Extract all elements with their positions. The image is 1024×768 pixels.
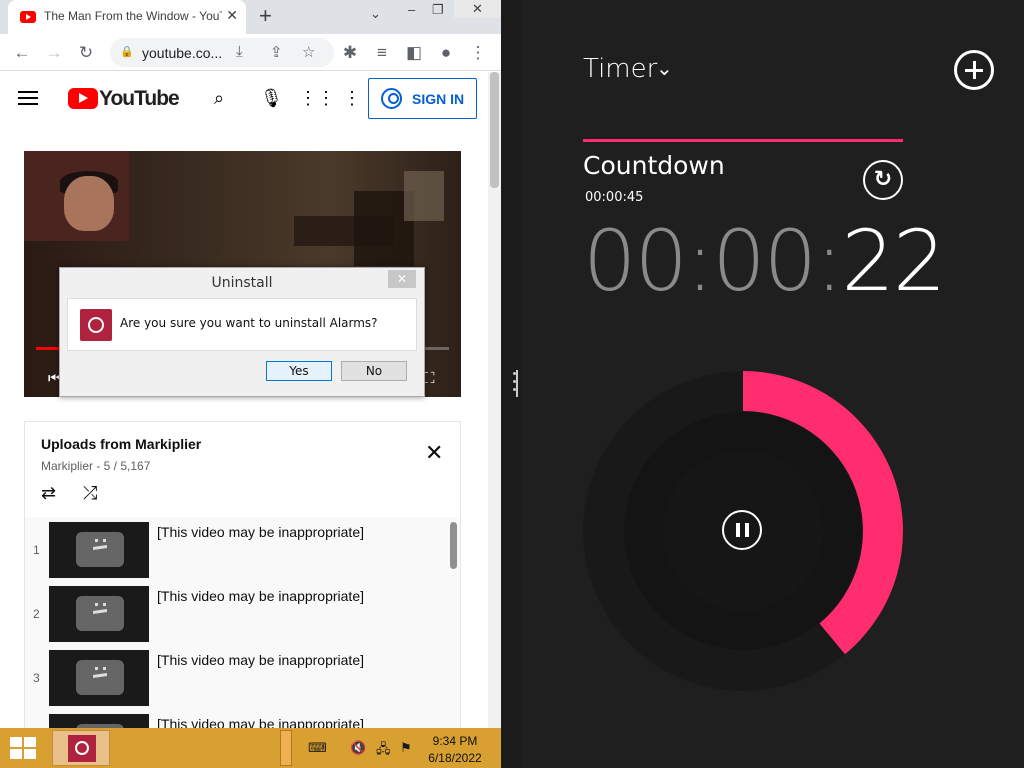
add-timer-button[interactable] [954, 50, 994, 90]
video-thumbnail[interactable] [49, 586, 149, 642]
lock-icon[interactable]: 🔒 [120, 45, 134, 58]
hamburger-menu-icon[interactable] [18, 91, 38, 105]
chevron-down-icon[interactable]: ⌄ [656, 56, 673, 80]
video-thumbnail[interactable] [49, 714, 149, 728]
list-item[interactable]: [This video may be inappropriate] [25, 709, 445, 728]
media-queue-icon[interactable]: ≡ [370, 41, 394, 65]
settings-dots-icon[interactable]: ⋮ [343, 88, 361, 109]
sign-in-label: SIGN IN [412, 91, 465, 107]
pause-button[interactable] [722, 510, 762, 550]
video-thumbnail[interactable] [49, 522, 149, 578]
tab-close-icon[interactable]: ✕ [226, 7, 238, 24]
dialog-title: Uninstall [211, 275, 273, 291]
item-index: 2 [33, 607, 40, 621]
new-tab-button[interactable]: + [259, 4, 272, 28]
volume-muted-icon[interactable]: 🔇 [350, 740, 366, 756]
remaining-seconds: 22 [841, 212, 946, 310]
video-frame-lamp [404, 171, 444, 221]
video-frame-person [64, 176, 114, 231]
alarm-clock-icon [80, 309, 112, 341]
youtube-logo-icon[interactable] [68, 88, 98, 109]
playlist-meta: Markiplier - 5 / 5,167 [41, 459, 151, 473]
profile-avatar-icon[interactable]: ● [434, 41, 458, 65]
close-icon[interactable]: ✕ [425, 442, 443, 464]
snap-splitter[interactable] [501, 0, 522, 768]
youtube-header: YouTube ⌕ 🎙 ⋮⋮ ⋮ SIGN IN [0, 72, 488, 126]
tab-strip: The Man From the Window - YouTube ✕ + ⌄ … [0, 0, 501, 34]
dialog-body: Are you sure you want to uninstall Alarm… [67, 298, 417, 351]
remaining-time-elapsed-part: 00:00: [583, 212, 843, 310]
action-center-flag-icon[interactable]: ⚑ [400, 740, 412, 756]
playlist-items: 1 [This video may be inappropriate] 2 [T… [25, 517, 460, 728]
no-button[interactable]: No [341, 361, 407, 381]
playlist-scrollbar[interactable] [450, 522, 457, 569]
account-icon [381, 88, 402, 109]
browser-toolbar: ← → ↻ 🔒 youtube.co... ⤓ ⇪ ☆ ✱ ≡ ◧ ● ⋮ [0, 34, 501, 71]
splitter-bar [516, 370, 518, 397]
reset-button[interactable]: ↻ [863, 160, 903, 200]
video-title[interactable]: [This video may be inappropriate] [157, 652, 364, 668]
list-item[interactable]: 1 [This video may be inappropriate] [25, 517, 445, 581]
section-title[interactable]: Timer [583, 54, 657, 84]
dialog-message: Are you sure you want to uninstall Alarm… [120, 316, 378, 330]
youtube-favicon-icon [20, 11, 36, 23]
restore-button[interactable]: ❐ [432, 2, 444, 18]
tab-title: The Man From the Window - YouTube [44, 9, 222, 23]
item-index: 3 [33, 671, 40, 685]
timer-total-duration: 00:00:45 [585, 190, 644, 205]
accent-bar [583, 139, 903, 142]
apps-grid-icon[interactable]: ⋮⋮ [299, 88, 335, 109]
chrome-menu-icon[interactable]: ⋮ [466, 41, 490, 65]
timer-name[interactable]: Countdown [583, 151, 725, 180]
window-close-button[interactable]: ✕ [454, 0, 501, 18]
install-icon[interactable]: ⤓ [236, 43, 243, 60]
sign-in-button[interactable]: SIGN IN [368, 78, 477, 119]
youtube-logo-text[interactable]: YouTube [99, 87, 180, 111]
reset-icon: ↻ [873, 167, 893, 192]
video-title[interactable]: [This video may be inappropriate] [157, 716, 364, 728]
video-thumbnail[interactable] [49, 650, 149, 706]
list-item[interactable]: 3 [This video may be inappropriate] [25, 645, 445, 709]
item-index: 1 [33, 543, 40, 557]
windows-start-icon[interactable] [10, 737, 37, 760]
clock-date[interactable]: 6/18/2022 [423, 751, 487, 765]
bookmark-star-icon[interactable]: ☆ [302, 43, 315, 61]
remaining-time: 00:00:22 [583, 212, 946, 310]
dialog-close-button[interactable]: ✕ [388, 270, 416, 288]
minimize-button[interactable]: – [408, 2, 415, 17]
extensions-puzzle-icon[interactable]: ✱ [338, 41, 362, 65]
search-icon[interactable]: ⌕ [214, 88, 224, 109]
url-text[interactable]: youtube.co... [142, 45, 222, 61]
tab-search-chevron-icon[interactable]: ⌄ [370, 6, 381, 22]
playlist-panel: Uploads from Markiplier Markiplier - 5 /… [24, 421, 461, 728]
taskbar-alarms-button[interactable] [52, 730, 110, 766]
clock-time[interactable]: 9:34 PM [423, 734, 487, 748]
video-title[interactable]: [This video may be inappropriate] [157, 524, 364, 540]
fullscreen-icon[interactable]: ⛶ [424, 370, 435, 387]
microphone-icon[interactable]: 🎙 [260, 88, 283, 109]
taskbar: ⌨ 🔇 🖧 ⚑ 9:34 PM 6/18/2022 [0, 728, 501, 768]
touch-keyboard-icon[interactable]: ⌨ [308, 740, 327, 756]
yes-button[interactable]: Yes [266, 361, 332, 381]
taskbar-toolbar-handle[interactable] [280, 730, 292, 766]
alarms-app: Timer ⌄ Countdown 00:00:45 ↻ 00:00:22 [522, 0, 1024, 768]
uninstall-dialog: Uninstall ✕ Are you sure you want to uni… [59, 267, 425, 397]
reload-icon[interactable]: ↻ [74, 41, 98, 65]
list-item[interactable]: 2 [This video may be inappropriate] [25, 581, 445, 645]
loop-icon[interactable]: ⇄ [41, 483, 56, 504]
share-icon[interactable]: ⇪ [270, 43, 283, 61]
video-title[interactable]: [This video may be inappropriate] [157, 588, 364, 604]
scrollbar-thumb[interactable] [490, 72, 499, 188]
forward-arrow-icon[interactable]: → [42, 41, 66, 65]
playlist-title[interactable]: Uploads from Markiplier [41, 436, 201, 452]
back-arrow-icon[interactable]: ← [10, 41, 34, 65]
network-icon[interactable]: 🖧 [376, 740, 391, 762]
browser-tab[interactable]: The Man From the Window - YouTube ✕ [8, 0, 246, 34]
shuffle-icon[interactable]: ⤮ [83, 483, 97, 504]
address-bar[interactable]: 🔒 youtube.co... ⤓ ⇪ ☆ [110, 38, 334, 67]
side-panel-icon[interactable]: ◧ [402, 41, 426, 65]
page-scrollbar[interactable] [488, 72, 501, 728]
splitter-grip[interactable] [511, 370, 516, 397]
